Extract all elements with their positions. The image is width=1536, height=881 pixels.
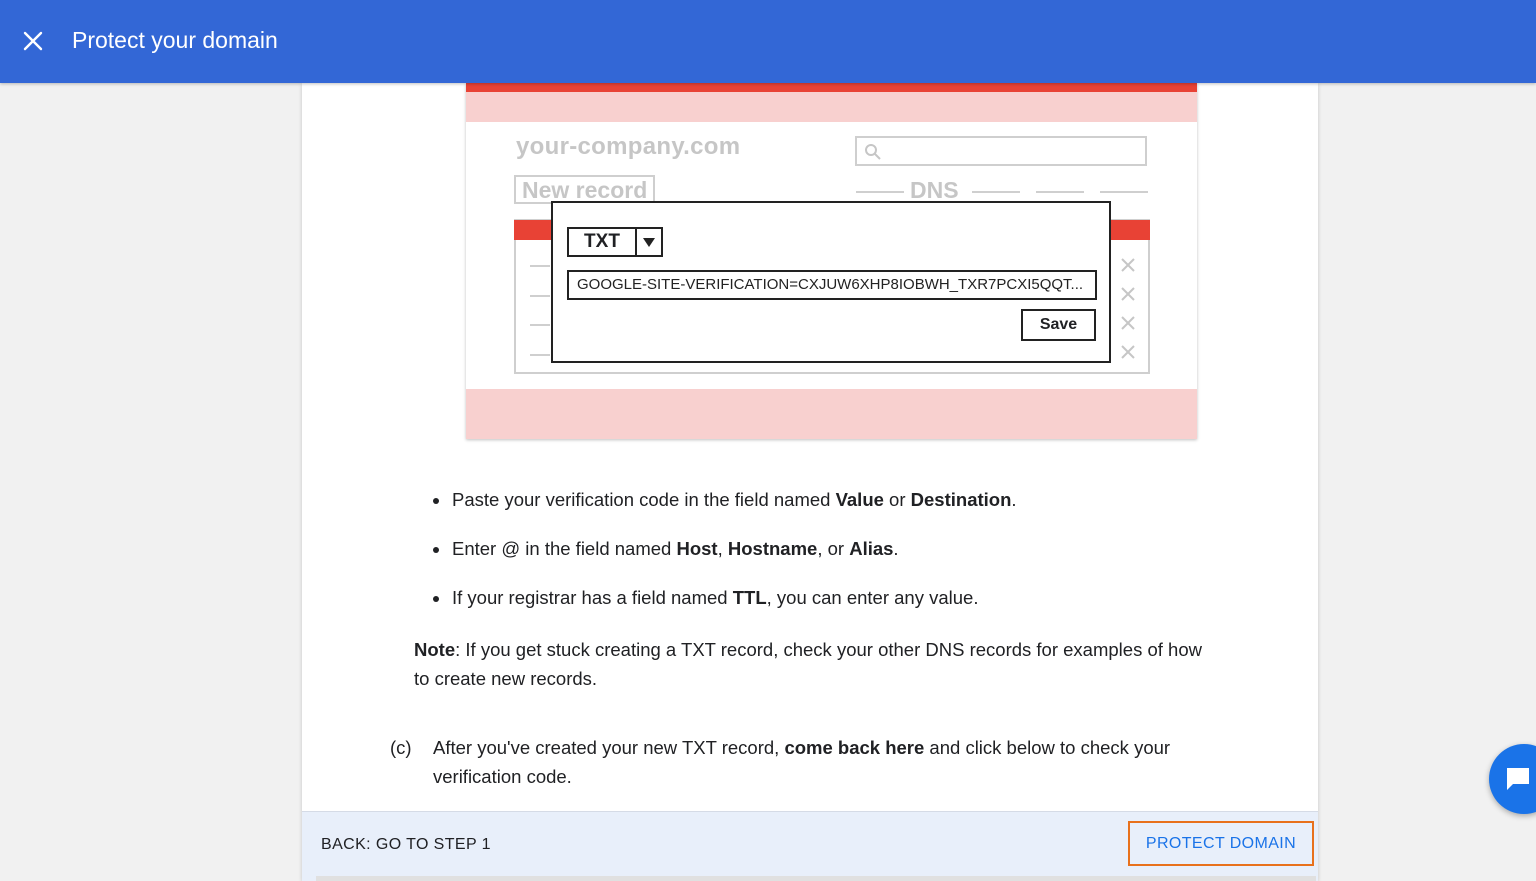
instruction-list: Paste your verification code in the fiel… <box>432 488 1017 635</box>
step-label: (c) <box>390 737 412 758</box>
illustration-site-name: your-company.com <box>516 133 741 160</box>
illustration-type-select: TXT <box>567 227 663 257</box>
close-button[interactable] <box>16 24 50 58</box>
list-item: Paste your verification code in the fiel… <box>432 488 1017 512</box>
note-text: : If you get stuck creating a TXT record… <box>414 639 1202 689</box>
page-title: Protect your domain <box>72 27 278 53</box>
record-type-value: TXT <box>569 229 637 255</box>
illustration-dns-label: DNS <box>910 177 959 203</box>
delete-x-icon <box>1121 287 1135 301</box>
search-icon <box>865 144 881 160</box>
illustration-record-dialog: TXT GOOGLE-SITE-VERIFICATION=CXJUW6XHP8I… <box>551 201 1111 363</box>
note-label: Note <box>414 639 456 660</box>
protect-domain-button[interactable]: PROTECT DOMAIN <box>1128 821 1314 866</box>
chat-button[interactable] <box>1489 744 1536 814</box>
list-item: If your registrar has a field named TTL,… <box>432 586 1017 610</box>
page-bottom-edge <box>316 876 1316 881</box>
back-button[interactable]: BACK: GO TO STEP 1 <box>321 836 491 854</box>
delete-x-icon <box>1121 316 1135 330</box>
app-header: Protect your domain <box>0 0 1536 83</box>
illustration-save-button: Save <box>1021 309 1096 341</box>
illustration-pink-band-bottom <box>466 389 1197 439</box>
illustration-red-bar <box>466 83 1197 92</box>
divider <box>1100 191 1148 193</box>
close-icon <box>23 31 43 51</box>
footer-bar: BACK: GO TO STEP 1 PROTECT DOMAIN <box>302 811 1318 881</box>
delete-x-icon <box>1121 345 1135 359</box>
illustration-pink-band <box>466 92 1197 122</box>
divider <box>856 191 904 193</box>
note-paragraph: Note: If you get stuck creating a TXT re… <box>414 635 1204 693</box>
table-row-line <box>530 295 550 297</box>
dns-illustration: your-company.com New record DNS TXT GOOG… <box>466 83 1197 439</box>
content-panel: your-company.com New record DNS TXT GOOG… <box>302 83 1318 881</box>
divider <box>1036 191 1084 193</box>
step-text: After you've created your new TXT record… <box>433 737 1171 787</box>
chat-icon <box>1507 768 1529 790</box>
dropdown-arrow-icon <box>637 229 661 255</box>
list-item: Enter @ in the field named Host, Hostnam… <box>432 537 1017 561</box>
divider <box>972 191 1020 193</box>
delete-x-icon <box>1121 258 1135 272</box>
table-row-line <box>530 265 550 267</box>
table-row-line <box>530 354 550 356</box>
illustration-verification-field: GOOGLE-SITE-VERIFICATION=CXJUW6XHP8IOBWH… <box>567 270 1097 300</box>
table-row-line <box>530 324 550 326</box>
illustration-search-box <box>855 136 1147 166</box>
illustration-new-record: New record <box>514 175 656 204</box>
